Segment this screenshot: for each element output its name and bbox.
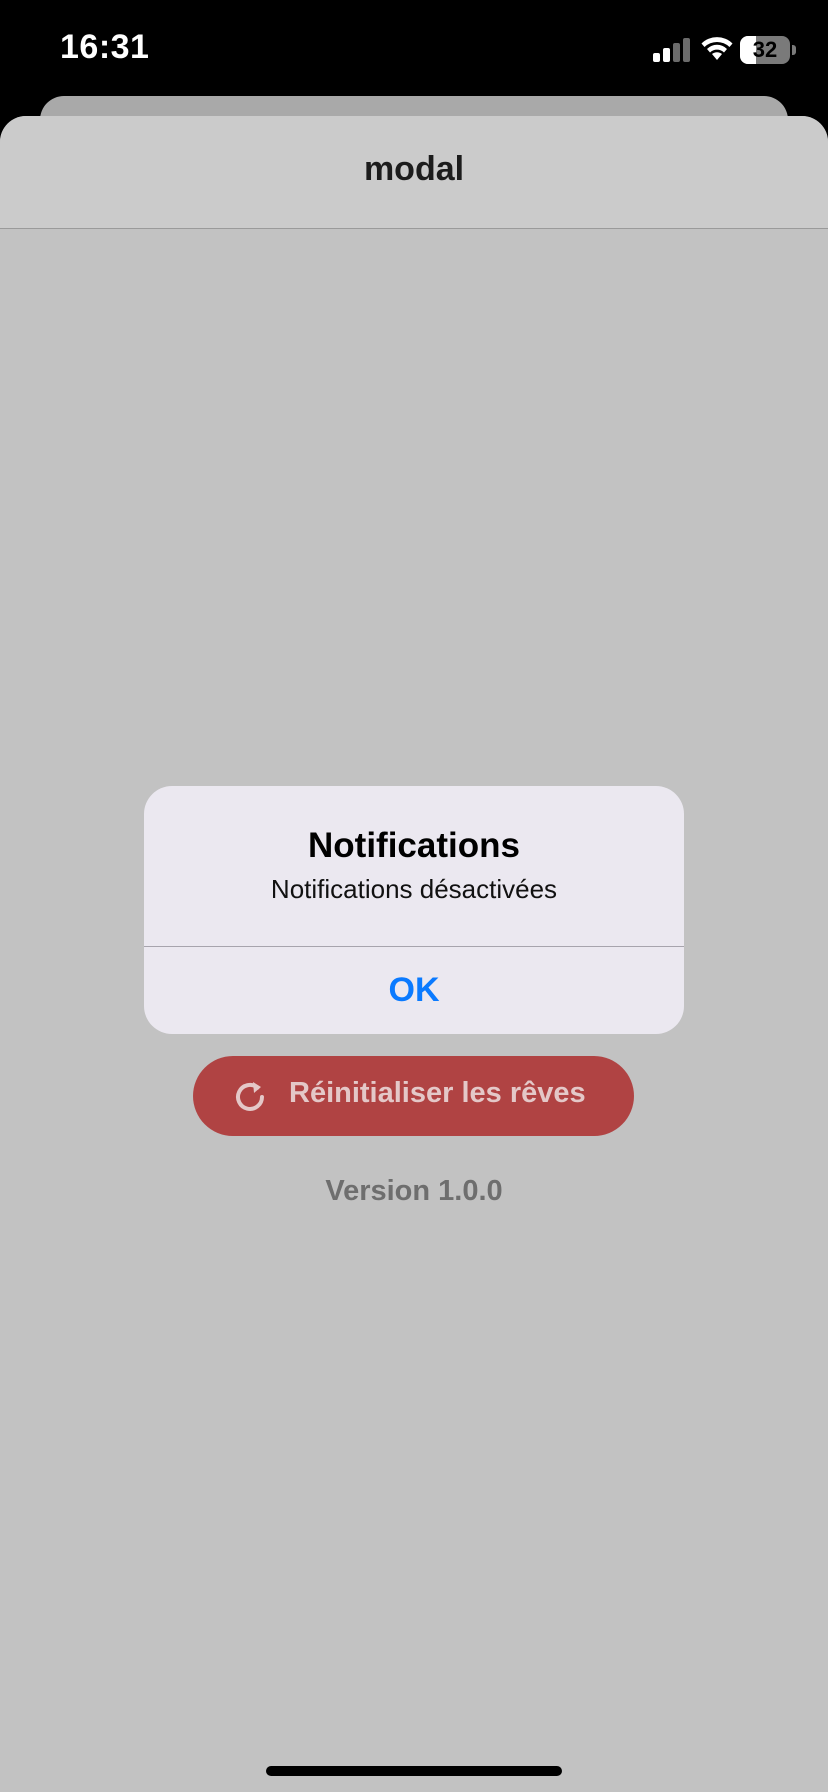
notifications-alert: Notifications Notifications désactivées … bbox=[144, 786, 684, 1034]
version-text: Version 1.0.0 bbox=[325, 1175, 503, 1207]
refresh-icon bbox=[236, 1082, 264, 1111]
home-indicator[interactable] bbox=[266, 1766, 562, 1776]
status-bar: 16:31 32 bbox=[0, 0, 828, 96]
alert-ok-button[interactable]: OK bbox=[144, 947, 684, 1034]
battery-icon: 32 bbox=[740, 36, 796, 64]
signal-icon bbox=[653, 38, 690, 62]
battery-body: 32 bbox=[740, 36, 790, 64]
battery-cap bbox=[792, 45, 796, 55]
reset-dreams-label: Réinitialiser les rêves bbox=[289, 1077, 586, 1109]
reset-dreams-button[interactable]: Réinitialiser les rêves bbox=[193, 1056, 634, 1136]
sheet-header: modal bbox=[0, 116, 828, 229]
battery-level: 32 bbox=[752, 37, 778, 62]
sheet-title: modal bbox=[363, 150, 465, 188]
alert-message: Notifications désactivées bbox=[270, 874, 558, 904]
alert-title: Notifications bbox=[308, 826, 520, 865]
wifi-icon bbox=[701, 37, 733, 60]
screen: 16:31 32 modal Réinitialiser les rêves V… bbox=[0, 0, 828, 1792]
status-time: 16:31 bbox=[60, 28, 150, 66]
